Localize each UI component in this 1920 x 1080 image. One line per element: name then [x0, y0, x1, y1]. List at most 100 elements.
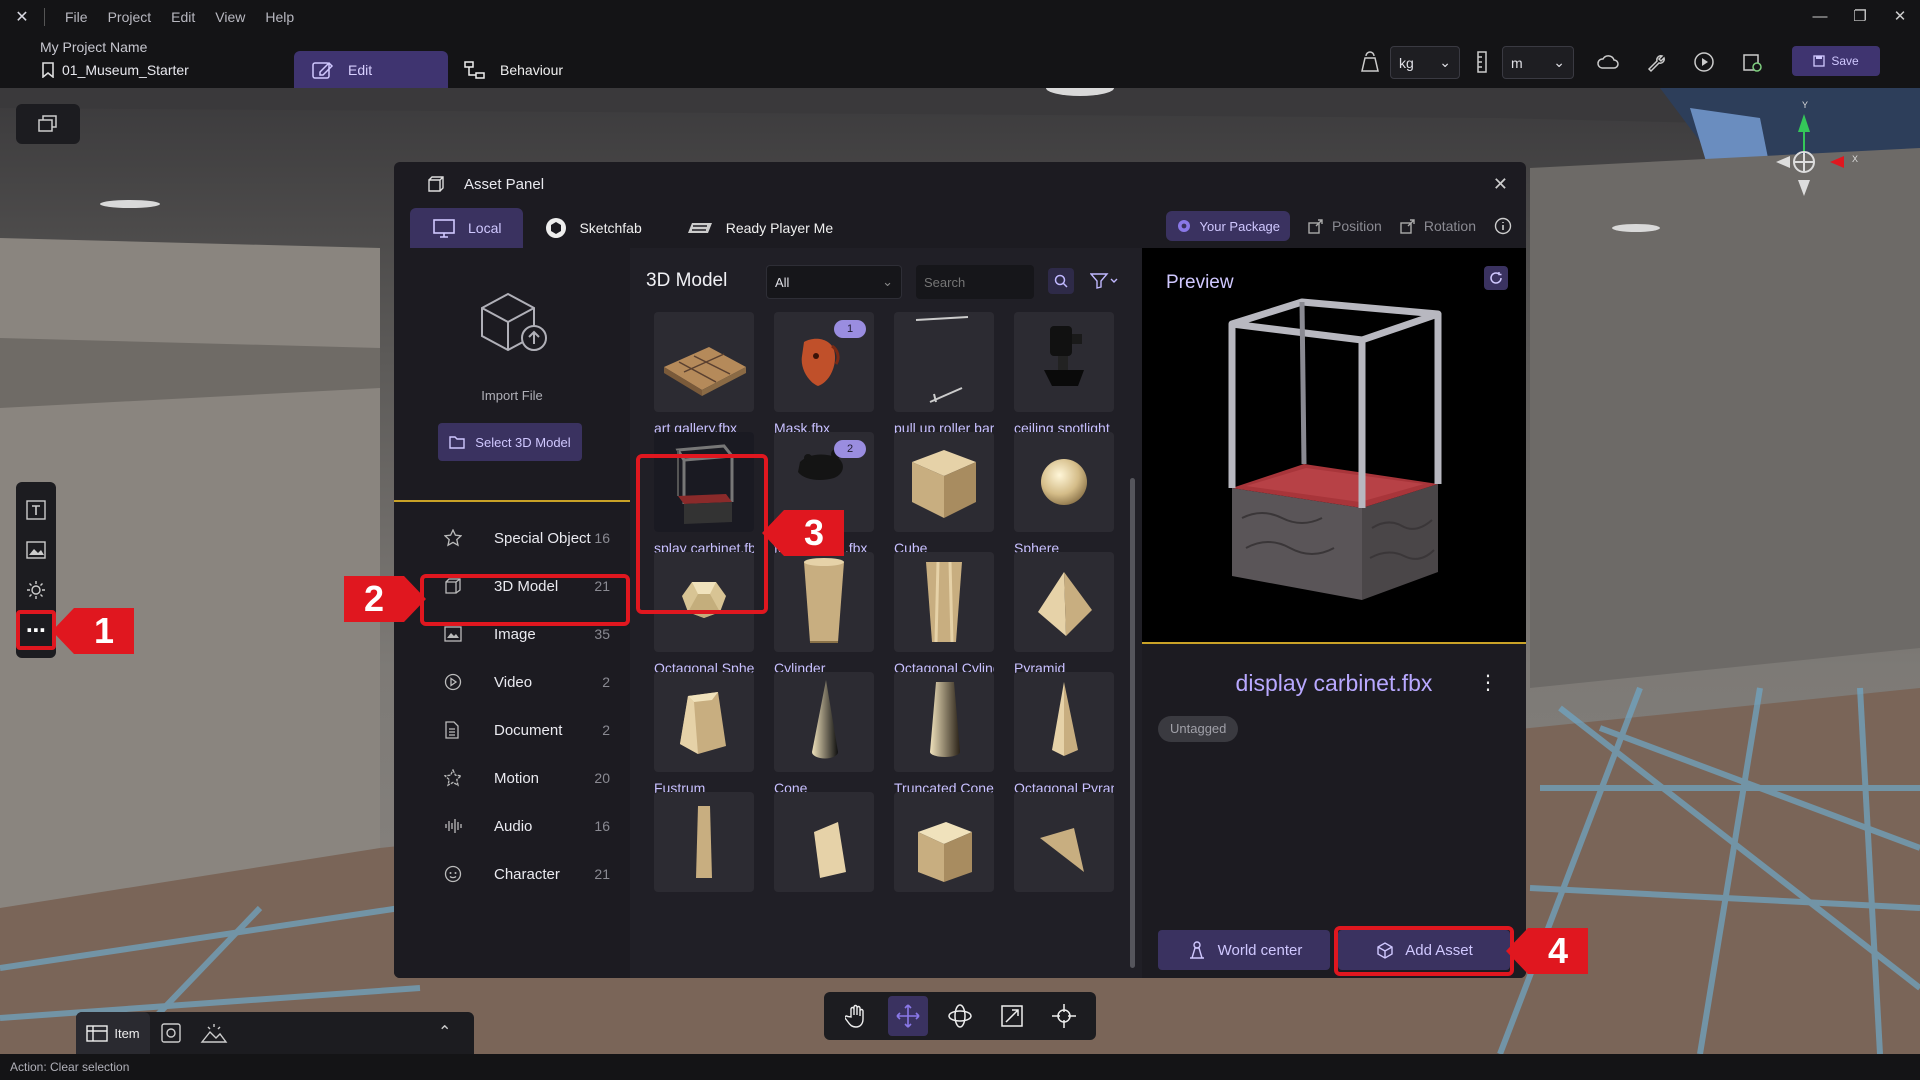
asset-card[interactable]: Octagonal Cylinder: [894, 552, 994, 676]
minimize-icon[interactable]: —: [1800, 0, 1840, 34]
asset-card[interactable]: [654, 792, 754, 892]
category-audio[interactable]: Audio 16: [394, 802, 630, 850]
category-document[interactable]: Document 2: [394, 706, 630, 754]
rotation-toggle[interactable]: Rotation: [1400, 218, 1476, 234]
chevron-down-icon: ⌄: [882, 274, 893, 289]
asset-card[interactable]: Sphere: [1014, 432, 1114, 556]
tab-behaviour[interactable]: Behaviour: [464, 51, 563, 88]
monitor-icon: [433, 219, 455, 238]
play-icon[interactable]: [1690, 48, 1718, 76]
mass-unit-select[interactable]: kg ⌄: [1390, 46, 1460, 79]
search-button[interactable]: [1048, 268, 1074, 294]
grid-scrollbar[interactable]: [1130, 478, 1135, 968]
category-label: Audio: [494, 817, 533, 835]
asset-thumbnail: [1014, 552, 1114, 652]
chevron-up-icon[interactable]: ⌃: [438, 1022, 451, 1042]
octagonal-cylinder-thumbnail-art: [926, 561, 962, 643]
pivot-tool-icon[interactable]: [1044, 996, 1084, 1036]
asset-card[interactable]: Pyramid: [1014, 552, 1114, 676]
asset-thumbnail: [774, 552, 874, 652]
asset-card[interactable]: Cone: [774, 672, 874, 796]
publish-icon[interactable]: [1738, 48, 1766, 76]
select-3d-model-button[interactable]: Select 3D Model: [438, 423, 582, 461]
position-toggle[interactable]: Position: [1308, 218, 1382, 234]
scene-selector[interactable]: 01_Museum_Starter: [42, 62, 189, 78]
asset-card[interactable]: pull up roller bar: [894, 312, 994, 436]
rotate-tool-icon[interactable]: [940, 996, 980, 1036]
asset-card[interactable]: ceiling spotlight: [1014, 312, 1114, 436]
import-cube-icon: [481, 292, 547, 352]
menu-project[interactable]: Project: [98, 9, 162, 25]
text-tool-icon[interactable]: [22, 496, 50, 524]
asset-thumbnail: [654, 792, 754, 892]
category-special-object[interactable]: Special Object 16: [394, 514, 630, 562]
environment-icon[interactable]: [160, 1022, 184, 1049]
hand-tool-icon[interactable]: [836, 996, 876, 1036]
menu-edit[interactable]: Edit: [161, 9, 205, 25]
preview-viewport[interactable]: [1142, 248, 1526, 644]
light-tool-icon[interactable]: [22, 576, 50, 604]
info-icon[interactable]: [1494, 217, 1512, 235]
asset-card[interactable]: [1014, 792, 1114, 892]
close-icon[interactable]: ✕: [1493, 174, 1508, 195]
asset-card[interactable]: Truncated Cone: [894, 672, 994, 796]
cone-thumbnail-art: [812, 680, 838, 759]
category-label: Video: [494, 673, 533, 691]
wrench-icon[interactable]: [1642, 48, 1670, 76]
asset-card[interactable]: Octagonal Pyramid: [1014, 672, 1114, 796]
filter-button[interactable]: [1084, 268, 1124, 294]
your-package-button[interactable]: Your Package: [1165, 211, 1291, 241]
tab-edit[interactable]: Edit: [294, 51, 448, 88]
tab-item[interactable]: Item: [76, 1012, 150, 1054]
category-video[interactable]: Video 2: [394, 658, 630, 706]
edit-icon: [312, 61, 334, 79]
image-icon: [444, 626, 466, 642]
category-count: 2: [602, 674, 610, 690]
tetra-thumbnail-art: [1040, 828, 1084, 872]
asset-card[interactable]: 1 Mask.fbx: [774, 312, 874, 436]
asset-thumbnail: [894, 792, 994, 892]
category-motion[interactable]: Motion 20: [394, 754, 630, 802]
image-tool-icon[interactable]: [22, 536, 50, 564]
tab-ready-player-me[interactable]: Ready Player Me: [664, 208, 855, 248]
category-count: 2: [602, 722, 610, 738]
category-character[interactable]: Character 21: [394, 850, 630, 898]
tab-local[interactable]: Local: [410, 208, 524, 248]
asset-filter-select[interactable]: All ⌄: [766, 265, 902, 299]
asset-card[interactable]: [894, 792, 994, 892]
asset-card[interactable]: Cylinder: [774, 552, 874, 676]
save-button[interactable]: Save: [1792, 46, 1880, 76]
highlight-add-asset: [1334, 926, 1514, 976]
duplicate-button[interactable]: [16, 104, 80, 144]
position-icon: [1308, 219, 1323, 234]
asset-card[interactable]: Fustrum: [654, 672, 754, 796]
octagonal-pyramid-thumbnail-art: [1052, 682, 1078, 756]
more-options-icon[interactable]: ⋮: [1478, 670, 1498, 695]
lighting-icon[interactable]: [200, 1022, 228, 1049]
asset-card[interactable]: [774, 792, 874, 892]
cloud-icon[interactable]: [1594, 48, 1622, 76]
gallery-thumbnail-art: [664, 347, 746, 396]
cabinet-preview-art: [1228, 298, 1442, 600]
reset-view-button[interactable]: [1484, 266, 1508, 290]
asset-thumbnail: [894, 672, 994, 772]
world-center-button[interactable]: World center: [1158, 930, 1330, 970]
scene-name: 01_Museum_Starter: [62, 62, 189, 78]
frustum-thumbnail-art: [680, 692, 726, 754]
close-window-icon[interactable]: ✕: [1880, 0, 1920, 34]
category-count: 16: [594, 818, 610, 834]
menu-file[interactable]: File: [55, 9, 98, 25]
move-tool-icon[interactable]: [888, 996, 928, 1036]
scale-tool-icon[interactable]: [992, 996, 1032, 1036]
menu-view[interactable]: View: [205, 9, 255, 25]
search-input[interactable]: [916, 265, 1034, 299]
tag-chip[interactable]: Untagged: [1158, 716, 1239, 742]
menu-help[interactable]: Help: [255, 9, 304, 25]
length-unit-select[interactable]: m ⌄: [1502, 46, 1574, 79]
star-icon: [444, 529, 466, 547]
asset-card[interactable]: art gallery.fbx: [654, 312, 754, 436]
restore-icon[interactable]: ❐: [1840, 0, 1880, 34]
orientation-gizmo[interactable]: Y X: [1760, 96, 1860, 206]
asset-card[interactable]: Cube: [894, 432, 994, 556]
tab-sketchfab[interactable]: Sketchfab: [523, 208, 663, 248]
